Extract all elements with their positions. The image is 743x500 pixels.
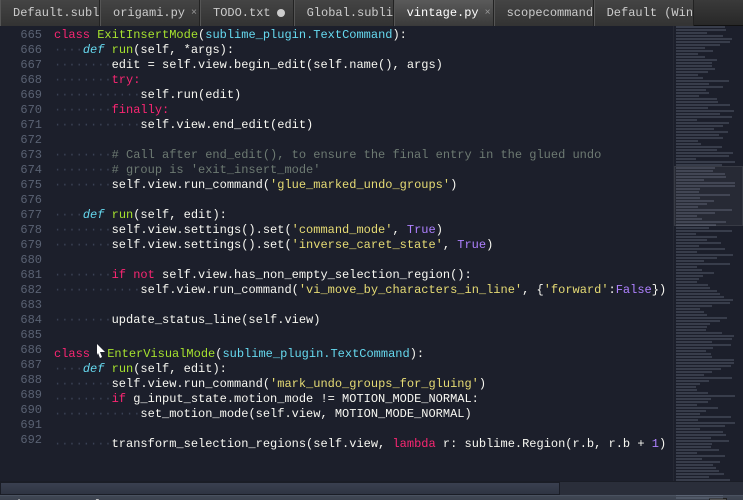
tab-bar: Default.sublim…×origami.py×TODO.txtGloba… xyxy=(0,0,743,26)
tab[interactable]: origami.py × xyxy=(100,0,200,26)
horizontal-scrollbar-thumb[interactable] xyxy=(0,482,560,495)
tab-label: origami.py xyxy=(113,6,185,20)
tab[interactable]: Default.sublim…× xyxy=(0,0,100,26)
minimap[interactable] xyxy=(673,26,743,481)
tab[interactable]: Default (Wind…× xyxy=(594,0,694,26)
status-bar: Line 707, Column 19 ▾ xyxy=(0,495,743,500)
minimap-content xyxy=(676,26,741,500)
tab-label: Default (Wind… xyxy=(607,6,694,20)
tab[interactable]: TODO.txt xyxy=(200,0,294,26)
close-icon[interactable]: × xyxy=(485,8,491,18)
tab[interactable]: vintage.py × xyxy=(394,0,494,26)
tab[interactable]: scopecommand…× xyxy=(494,0,594,26)
code-editor[interactable]: class ExitInsertMode(sublime_plugin.Text… xyxy=(50,26,673,481)
tab-label: scopecommand… xyxy=(507,6,594,20)
line-number-gutter: 665 666 667 668 669 670 671 672 673 674 … xyxy=(0,26,50,481)
tab-label: Global.sublime… xyxy=(307,6,394,20)
tab-label: Default.sublim… xyxy=(13,6,100,20)
horizontal-scrollbar[interactable] xyxy=(0,481,743,495)
close-icon[interactable]: × xyxy=(191,8,197,18)
minimap-viewport[interactable] xyxy=(674,166,743,226)
tab-label: vintage.py xyxy=(407,6,479,20)
tab[interactable]: Global.sublime…× xyxy=(294,0,394,26)
tab-label: TODO.txt xyxy=(213,6,271,20)
editor-area: 665 666 667 668 669 670 671 672 673 674 … xyxy=(0,26,743,481)
tab-dirty-icon xyxy=(277,9,285,17)
